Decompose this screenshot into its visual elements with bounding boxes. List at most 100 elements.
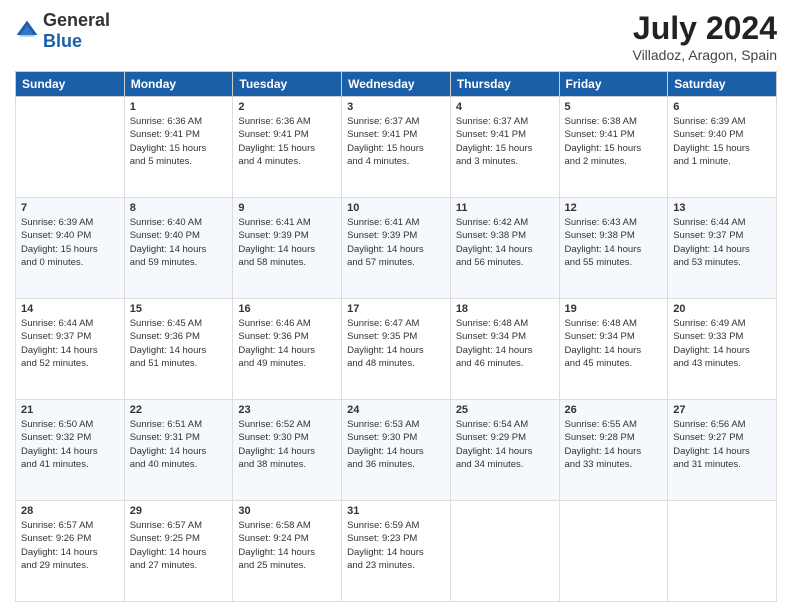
calendar-cell: 24Sunrise: 6:53 AMSunset: 9:30 PMDayligh… — [342, 400, 451, 501]
calendar-cell: 22 Sunrise: 6:51 AMSunset: 9:31 PMDayligh… — [124, 400, 233, 501]
day-of-week-friday: Friday — [559, 72, 668, 97]
calendar-cell: 2 Sunrise: 6:36 AMSunset: 9:41 PMDaylight… — [233, 97, 342, 198]
day-info: Sunrise: 6:43 AMSunset: 9:38 PMDaylight:… — [565, 216, 663, 269]
day-info: Sunrise: 6:58 AMSunset: 9:24 PMDaylight:… — [238, 519, 336, 572]
calendar-week-4: 21 Sunrise: 6:50 AMSunset: 9:32 PMDayligh… — [16, 400, 777, 501]
day-number: 15 — [130, 303, 228, 315]
day-number: 25 — [456, 404, 554, 416]
calendar-week-2: 7Sunrise: 6:39 AMSunset: 9:40 PMDaylight… — [16, 198, 777, 299]
calendar-cell: 29 Sunrise: 6:57 AMSunset: 9:25 PMDayligh… — [124, 501, 233, 602]
logo-text: General Blue — [43, 10, 110, 52]
day-of-week-wednesday: Wednesday — [342, 72, 451, 97]
day-info: Sunrise: 6:36 AMSunset: 9:41 PMDaylight:… — [238, 115, 336, 168]
day-number: 23 — [238, 404, 336, 416]
calendar-week-1: 1Sunrise: 6:36 AMSunset: 9:41 PMDaylight… — [16, 97, 777, 198]
day-info: Sunrise: 6:49 AMSunset: 9:33 PMDaylight:… — [673, 317, 771, 370]
day-number: 22 — [130, 404, 228, 416]
day-number: 21 — [21, 404, 119, 416]
calendar-cell — [450, 501, 559, 602]
day-info: Sunrise: 6:47 AMSunset: 9:35 PMDaylight:… — [347, 317, 445, 370]
calendar-cell: 15Sunrise: 6:45 AMSunset: 9:36 PMDayligh… — [124, 299, 233, 400]
day-info: Sunrise: 6:48 AMSunset: 9:34 PMDaylight:… — [565, 317, 663, 370]
calendar-cell: 17Sunrise: 6:47 AMSunset: 9:35 PMDayligh… — [342, 299, 451, 400]
day-number: 27 — [673, 404, 771, 416]
day-number: 30 — [238, 505, 336, 517]
day-of-week-tuesday: Tuesday — [233, 72, 342, 97]
header: General Blue July 2024 Villadoz, Aragon,… — [15, 10, 777, 63]
day-number: 16 — [238, 303, 336, 315]
calendar-cell: 3 Sunrise: 6:37 AMSunset: 9:41 PMDaylight… — [342, 97, 451, 198]
calendar-cell: 5 Sunrise: 6:38 AMSunset: 9:41 PMDaylight… — [559, 97, 668, 198]
day-number: 5 — [565, 101, 663, 113]
day-number: 3 — [347, 101, 445, 113]
calendar-header-row: SundayMondayTuesdayWednesdayThursdayFrid… — [16, 72, 777, 97]
month-year: July 2024 — [632, 10, 777, 47]
day-of-week-thursday: Thursday — [450, 72, 559, 97]
calendar-cell: 4Sunrise: 6:37 AMSunset: 9:41 PMDaylight… — [450, 97, 559, 198]
calendar-cell: 14Sunrise: 6:44 AMSunset: 9:37 PMDayligh… — [16, 299, 125, 400]
page: General Blue July 2024 Villadoz, Aragon,… — [0, 0, 792, 612]
day-number: 18 — [456, 303, 554, 315]
day-info: Sunrise: 6:40 AMSunset: 9:40 PMDaylight:… — [130, 216, 228, 269]
calendar-cell: 21 Sunrise: 6:50 AMSunset: 9:32 PMDayligh… — [16, 400, 125, 501]
location: Villadoz, Aragon, Spain — [632, 47, 777, 63]
calendar-cell — [668, 501, 777, 602]
calendar-cell: 26 Sunrise: 6:55 AMSunset: 9:28 PMDayligh… — [559, 400, 668, 501]
day-number: 31 — [347, 505, 445, 517]
day-info: Sunrise: 6:41 AMSunset: 9:39 PMDaylight:… — [238, 216, 336, 269]
logo-blue: Blue — [43, 31, 82, 51]
day-number: 20 — [673, 303, 771, 315]
day-number: 29 — [130, 505, 228, 517]
day-info: Sunrise: 6:41 AMSunset: 9:39 PMDaylight:… — [347, 216, 445, 269]
calendar-cell: 19 Sunrise: 6:48 AMSunset: 9:34 PMDayligh… — [559, 299, 668, 400]
day-info: Sunrise: 6:42 AMSunset: 9:38 PMDaylight:… — [456, 216, 554, 269]
day-number: 28 — [21, 505, 119, 517]
day-number: 8 — [130, 202, 228, 214]
day-number: 4 — [456, 101, 554, 113]
day-number: 10 — [347, 202, 445, 214]
calendar-cell: 8 Sunrise: 6:40 AMSunset: 9:40 PMDaylight… — [124, 198, 233, 299]
day-info: Sunrise: 6:54 AMSunset: 9:29 PMDaylight:… — [456, 418, 554, 471]
day-number: 2 — [238, 101, 336, 113]
day-number: 19 — [565, 303, 663, 315]
day-info: Sunrise: 6:46 AMSunset: 9:36 PMDaylight:… — [238, 317, 336, 370]
calendar-week-3: 14Sunrise: 6:44 AMSunset: 9:37 PMDayligh… — [16, 299, 777, 400]
day-number: 12 — [565, 202, 663, 214]
day-info: Sunrise: 6:37 AMSunset: 9:41 PMDaylight:… — [347, 115, 445, 168]
calendar-cell: 11 Sunrise: 6:42 AMSunset: 9:38 PMDayligh… — [450, 198, 559, 299]
calendar-cell: 10 Sunrise: 6:41 AMSunset: 9:39 PMDayligh… — [342, 198, 451, 299]
day-info: Sunrise: 6:57 AMSunset: 9:25 PMDaylight:… — [130, 519, 228, 572]
day-number: 26 — [565, 404, 663, 416]
calendar-cell: 23 Sunrise: 6:52 AMSunset: 9:30 PMDayligh… — [233, 400, 342, 501]
calendar-cell: 27Sunrise: 6:56 AMSunset: 9:27 PMDayligh… — [668, 400, 777, 501]
day-info: Sunrise: 6:55 AMSunset: 9:28 PMDaylight:… — [565, 418, 663, 471]
day-info: Sunrise: 6:51 AMSunset: 9:31 PMDaylight:… — [130, 418, 228, 471]
day-info: Sunrise: 6:36 AMSunset: 9:41 PMDaylight:… — [130, 115, 228, 168]
day-number: 7 — [21, 202, 119, 214]
calendar-table: SundayMondayTuesdayWednesdayThursdayFrid… — [15, 71, 777, 602]
logo: General Blue — [15, 10, 110, 52]
day-number: 13 — [673, 202, 771, 214]
day-number: 11 — [456, 202, 554, 214]
calendar-cell: 12 Sunrise: 6:43 AMSunset: 9:38 PMDayligh… — [559, 198, 668, 299]
calendar-cell: 9 Sunrise: 6:41 AMSunset: 9:39 PMDaylight… — [233, 198, 342, 299]
day-info: Sunrise: 6:50 AMSunset: 9:32 PMDaylight:… — [21, 418, 119, 471]
calendar-week-5: 28Sunrise: 6:57 AMSunset: 9:26 PMDayligh… — [16, 501, 777, 602]
calendar-cell — [559, 501, 668, 602]
calendar-cell: 20 Sunrise: 6:49 AMSunset: 9:33 PMDayligh… — [668, 299, 777, 400]
logo-icon — [15, 19, 39, 43]
day-info: Sunrise: 6:52 AMSunset: 9:30 PMDaylight:… — [238, 418, 336, 471]
day-number: 14 — [21, 303, 119, 315]
day-info: Sunrise: 6:44 AMSunset: 9:37 PMDaylight:… — [673, 216, 771, 269]
day-of-week-saturday: Saturday — [668, 72, 777, 97]
calendar-cell: 7Sunrise: 6:39 AMSunset: 9:40 PMDaylight… — [16, 198, 125, 299]
calendar-cell: 13 Sunrise: 6:44 AMSunset: 9:37 PMDayligh… — [668, 198, 777, 299]
day-of-week-monday: Monday — [124, 72, 233, 97]
day-info: Sunrise: 6:53 AMSunset: 9:30 PMDaylight:… — [347, 418, 445, 471]
title-block: July 2024 Villadoz, Aragon, Spain — [632, 10, 777, 63]
calendar-cell: 31Sunrise: 6:59 AMSunset: 9:23 PMDayligh… — [342, 501, 451, 602]
day-number: 9 — [238, 202, 336, 214]
day-info: Sunrise: 6:38 AMSunset: 9:41 PMDaylight:… — [565, 115, 663, 168]
day-info: Sunrise: 6:48 AMSunset: 9:34 PMDaylight:… — [456, 317, 554, 370]
day-of-week-sunday: Sunday — [16, 72, 125, 97]
